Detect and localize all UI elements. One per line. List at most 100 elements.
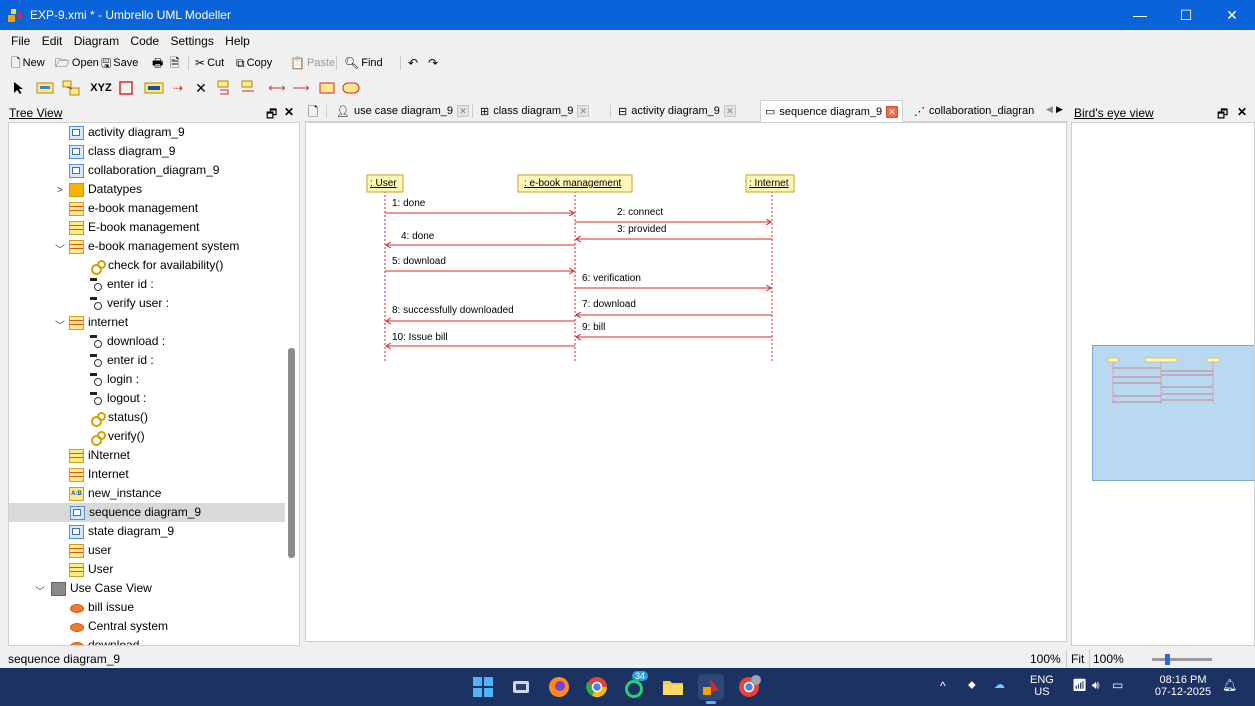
paste-button[interactable]: 📋 Paste — [290, 52, 335, 74]
tree-item[interactable]: iNternet — [69, 446, 130, 465]
tree-item[interactable]: User — [69, 560, 113, 579]
tree-item[interactable]: download — [69, 636, 139, 645]
tree-item[interactable]: Datatypes — [69, 180, 142, 199]
lost-message-tool[interactable]: ⟶ — [292, 80, 310, 96]
tree-item[interactable]: user — [69, 541, 111, 560]
tab-activity-diagram[interactable]: ⊟ activity diagram_9 ✕ — [614, 100, 740, 122]
menu-help[interactable]: Help — [225, 32, 250, 50]
tab-close-icon[interactable]: ✕ — [723, 105, 736, 117]
tab-close-icon[interactable]: ✕ — [577, 105, 590, 117]
note-tool[interactable] — [144, 80, 164, 96]
menu-settings[interactable]: Settings — [170, 32, 213, 50]
tab-use-case-diagram[interactable]: 👤︎ use case diagram_9 ✕ — [332, 100, 473, 122]
language-indicator[interactable]: ENG US — [1030, 674, 1054, 698]
tree-item[interactable]: activity diagram_9 — [69, 123, 185, 142]
tree-scrollbar-thumb[interactable] — [288, 348, 295, 558]
tray-onedrive-icon[interactable]: ☁ — [994, 679, 1005, 691]
tree-item[interactable]: enter id : — [89, 351, 154, 370]
menu-code[interactable]: Code — [130, 32, 159, 50]
tree-item[interactable]: E-book management — [69, 218, 199, 237]
menu-file[interactable]: File — [11, 32, 30, 50]
tray-app-icon[interactable]: ⬥ — [968, 679, 976, 691]
tree-item[interactable]: A:B new_instance — [69, 484, 161, 503]
tree-item[interactable]: logout : — [89, 389, 146, 408]
print-button[interactable]: 🖶 — [152, 52, 163, 74]
tray-overflow-icon[interactable]: ^ — [940, 680, 946, 692]
minimize-button[interactable]: — — [1117, 0, 1163, 30]
undo-button[interactable]: ↶ — [408, 52, 418, 74]
cut-button[interactable]: ✂ Cut — [195, 52, 224, 74]
diagram-canvas[interactable]: : User : e-book management : Internet 1:… — [305, 122, 1067, 642]
sync-message-tool[interactable]: ⟷ — [268, 80, 286, 96]
tree-item[interactable]: check for availability() — [89, 256, 223, 275]
object-tool[interactable] — [36, 80, 54, 96]
firefox-button[interactable] — [546, 674, 572, 700]
start-button[interactable] — [470, 674, 496, 700]
close-button[interactable]: ✕ — [1209, 0, 1255, 30]
tree-item[interactable]: collaboration_diagram_9 — [69, 161, 219, 180]
find-button[interactable]: 🔍︎ Find — [344, 52, 383, 74]
redo-button[interactable]: ↷ — [428, 52, 438, 74]
tree-item[interactable]: state diagram_9 — [69, 522, 174, 541]
tree-item[interactable]: verify user : — [89, 294, 169, 313]
chrome-profile-button[interactable] — [736, 674, 762, 700]
tab-close-icon[interactable]: ✕ — [886, 105, 899, 118]
file-explorer-button[interactable] — [660, 674, 686, 700]
tree-item[interactable]: class diagram_9 — [69, 142, 175, 161]
chrome-button[interactable] — [584, 674, 610, 700]
tab-class-diagram[interactable]: ⊞ class diagram_9 ✕ — [476, 100, 593, 122]
new-button[interactable]: 🗋 New — [11, 52, 45, 74]
close-panel-icon[interactable]: ✕ — [1237, 105, 1247, 119]
tree-item[interactable]: status() — [89, 408, 148, 427]
destroy-message-tool[interactable]: ✕ — [194, 80, 208, 96]
whatsapp-button[interactable]: 34 — [622, 671, 649, 700]
tree-item[interactable]: verify() — [89, 427, 145, 446]
clock[interactable]: 08:16 PM 07-12-2025 — [1150, 674, 1216, 698]
async-message-tool[interactable]: ⇢ — [168, 80, 188, 96]
tree-item[interactable]: Use Case View — [51, 579, 152, 598]
tab-sequence-diagram[interactable]: ▭ sequence diagram_9 ✕ — [760, 100, 904, 122]
umbrello-taskbar-button[interactable] — [698, 674, 724, 704]
state-tool[interactable] — [342, 80, 360, 96]
tree-item[interactable]: login : — [89, 370, 139, 389]
wifi-icon[interactable]: 📶︎ — [1072, 679, 1087, 691]
combined-fragment-tool[interactable] — [118, 80, 134, 96]
multi-object-tool[interactable] — [62, 80, 80, 96]
chevron-down-icon[interactable]: ﹀ — [35, 583, 45, 598]
volume-icon[interactable]: 🔊︎ — [1092, 679, 1100, 691]
zoom-slider-handle[interactable] — [1165, 654, 1170, 665]
chevron-right-icon[interactable]: > — [57, 185, 63, 196]
found-message-tool[interactable] — [240, 80, 256, 96]
close-panel-icon[interactable]: ✕ — [284, 105, 294, 119]
anchor-tool[interactable] — [318, 80, 336, 96]
tree-item-selected[interactable]: sequence diagram_9 — [9, 503, 285, 522]
tree-item[interactable]: internet — [69, 313, 128, 332]
tree-item[interactable]: bill issue — [69, 598, 134, 617]
print-preview-button[interactable]: 🗎 — [170, 52, 180, 74]
tree-item[interactable]: download : — [89, 332, 165, 351]
tree-item[interactable]: Central system — [69, 617, 168, 636]
birds-eye-view[interactable] — [1071, 122, 1255, 646]
notification-bell-icon[interactable]: 🔔︎ — [1222, 679, 1237, 691]
save-button[interactable]: 🖫 Save — [101, 52, 138, 74]
battery-icon[interactable]: ▭ — [1112, 679, 1123, 691]
tree-item[interactable]: e-book management — [69, 199, 198, 218]
self-message-tool[interactable] — [216, 80, 232, 96]
precondition-tool[interactable]: XYZ — [90, 80, 112, 96]
zoom-slider-track[interactable] — [1152, 658, 1212, 661]
chevron-down-icon[interactable]: ﹀ — [55, 241, 65, 256]
menu-edit[interactable]: Edit — [42, 32, 63, 50]
select-tool[interactable] — [12, 80, 26, 96]
copy-button[interactable]: ⧉ Copy — [236, 52, 272, 74]
tab-scroll-left-icon[interactable]: ◀ — [1046, 104, 1053, 115]
tree-item[interactable]: Internet — [69, 465, 129, 484]
menu-diagram[interactable]: Diagram — [74, 32, 119, 50]
fit-button[interactable]: Fit — [1071, 652, 1084, 666]
open-button[interactable]: 🗁 Open — [55, 52, 99, 74]
tab-close-icon[interactable]: ✕ — [457, 105, 470, 117]
birds-eye-viewport[interactable] — [1092, 345, 1254, 481]
tab-scroll-right-icon[interactable]: ▶ — [1056, 104, 1063, 115]
task-view-button[interactable] — [508, 674, 534, 700]
chevron-down-icon[interactable]: ﹀ — [55, 317, 65, 332]
tab-collaboration-diagram[interactable]: ⋰ collaboration_diagran — [910, 100, 1038, 122]
